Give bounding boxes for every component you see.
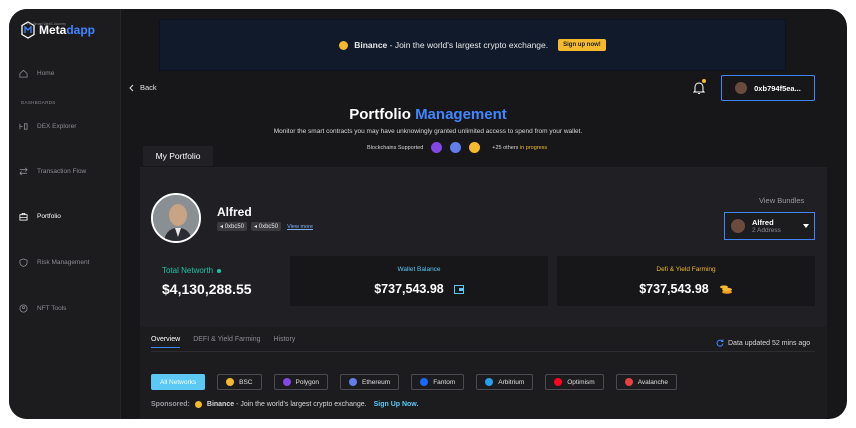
networth-label: Total Networth <box>162 266 222 275</box>
bell-icon[interactable] <box>693 81 705 95</box>
wallet-balance-value: $737,543.98 <box>374 282 444 296</box>
network-chip-all[interactable]: All Networks <box>151 374 206 390</box>
sponsored-label: Sponsored: <box>151 401 190 408</box>
bsc-icon <box>226 378 235 386</box>
tab-my-portfolio[interactable]: My Portfolio <box>143 146 213 166</box>
optimism-icon <box>554 378 563 386</box>
status-dot-icon <box>217 268 222 273</box>
home-icon <box>19 69 28 78</box>
user-avatar <box>151 193 201 243</box>
sidebar-item-portfolio[interactable]: Portfolio <box>19 212 61 221</box>
ethereum-icon <box>349 378 357 386</box>
sidebar-item-label: Transaction Flow <box>37 168 87 175</box>
sidebar-item-label: Home <box>37 70 55 77</box>
network-chip-avalanche[interactable]: Avalanche <box>615 374 677 390</box>
bnb-icon <box>469 142 481 153</box>
sidebar-item-label: NFT Tools <box>37 305 67 312</box>
network-chip-optimism[interactable]: Optimism <box>545 374 604 390</box>
chains-more: +25 others <box>492 144 519 151</box>
wallet-icon <box>453 284 464 294</box>
tab-defi-yield-farming[interactable]: DEFI & Yield Farming <box>193 336 260 348</box>
briefcase-icon <box>19 212 28 221</box>
address-chip[interactable]: ◂ 0xbc50 <box>251 222 282 231</box>
banner-brand: Binance <box>354 40 388 50</box>
view-bundles-label[interactable]: View Bundles <box>759 196 804 205</box>
address-chip[interactable]: ◂ 0xbc50 <box>217 222 248 231</box>
banner-text: - Join the world's largest crypto exchan… <box>387 40 549 50</box>
app-window: Metadapp For Smart Web3 Journey Home DAS… <box>9 9 847 419</box>
banner-signup-button[interactable]: Sign up now! <box>558 39 606 51</box>
avatar <box>731 219 745 233</box>
data-updated[interactable]: Data updated 52 mins ago <box>716 339 810 347</box>
sponsored-signup-link[interactable]: Sign Up Now. <box>374 401 419 408</box>
sidebar-item-home[interactable]: Home <box>19 69 54 78</box>
back-button[interactable]: Back <box>129 83 157 92</box>
notification-dot <box>702 79 706 83</box>
defi-value: $737,543.98 <box>639 282 709 296</box>
polygon-icon <box>431 142 443 153</box>
sidebar: Metadapp For Smart Web3 Journey Home DAS… <box>9 9 121 419</box>
sidebar-item-transaction-flow[interactable]: Transaction Flow <box>19 167 86 176</box>
coins-icon <box>719 285 732 294</box>
page-title: Portfolio Management <box>349 106 507 123</box>
ethereum-icon <box>450 142 462 153</box>
logo-tagline: For Smart Web3 Journey <box>27 22 67 26</box>
sidebar-item-nft-tools[interactable]: NFT Tools <box>19 304 66 313</box>
network-chip-ethereum[interactable]: Ethereum <box>340 374 400 390</box>
chevron-down-icon <box>803 224 809 228</box>
sidebar-item-risk-management[interactable]: Risk Management <box>19 258 89 267</box>
sidebar-item-label: Risk Management <box>37 259 90 266</box>
network-chip-polygon[interactable]: Polygon <box>273 374 328 390</box>
wallet-address-button[interactable]: 0xb794f5ea... <box>721 75 815 101</box>
sponsored-text: - Join the world's largest crypto exchan… <box>234 401 367 408</box>
network-chip-fantom[interactable]: Fantom <box>411 374 465 390</box>
fantom-icon <box>420 378 429 386</box>
page-subtitle: Monitor the smart contracts you may have… <box>273 128 583 135</box>
supported-chains: Blockchains Supported +25 others in prog… <box>367 142 547 153</box>
sponsored-line: Sponsored: Binance - Join the world's la… <box>151 401 418 408</box>
arrows-icon <box>19 167 28 176</box>
defi-label: Defi & Yield Farming <box>656 266 716 273</box>
address-list: ◂ 0xbc50 ◂ 0xbc50 View more <box>217 222 313 231</box>
shield-icon <box>19 258 28 267</box>
chains-label: Blockchains Supported <box>367 144 424 151</box>
binance-icon <box>194 401 202 408</box>
sponsored-brand: Binance <box>206 401 235 408</box>
binance-icon <box>339 40 349 50</box>
content-tabs: Overview DEFI & Yield Farming History <box>151 336 295 348</box>
tabs-divider <box>151 351 815 352</box>
networth-value: $4,130,288.55 <box>162 281 252 297</box>
polygon-icon <box>282 378 291 386</box>
arbitrum-icon <box>485 378 494 386</box>
network-chip-arbitrium[interactable]: Arbitrium <box>476 374 534 390</box>
nft-icon <box>19 304 28 313</box>
defi-card: Defi & Yield Farming $737,543.98 <box>557 256 815 306</box>
chevron-left-icon <box>129 84 134 91</box>
wallet-balance-label: Wallet Balance <box>397 266 441 273</box>
refresh-icon <box>716 339 724 347</box>
tab-overview[interactable]: Overview <box>151 336 181 348</box>
wallet-balance-card: Wallet Balance $737,543.98 <box>290 256 548 306</box>
sidebar-item-label: Portfolio <box>37 213 61 220</box>
bundle-address-count: 2 Address <box>752 227 781 234</box>
back-label: Back <box>140 83 157 92</box>
user-name: Alfred <box>217 205 252 219</box>
network-chip-bsc[interactable]: BSC <box>217 374 262 390</box>
sidebar-section-label: DASHBOARDS <box>21 100 56 105</box>
avatar <box>735 82 748 94</box>
bundle-name: Alfred <box>752 218 774 227</box>
view-more-link[interactable]: View more <box>287 224 313 230</box>
wallet-address: 0xb794f5ea... <box>754 83 801 93</box>
chains-progress: in progress <box>519 144 548 151</box>
bundle-select[interactable]: Alfred 2 Address <box>724 212 815 240</box>
sponsor-banner: Binance - Join the world's largest crypt… <box>159 19 786 71</box>
network-filter: All Networks BSC Polygon Ethereum Fantom… <box>151 374 677 390</box>
avalanche-icon <box>624 378 633 386</box>
tab-history[interactable]: History <box>274 336 296 348</box>
